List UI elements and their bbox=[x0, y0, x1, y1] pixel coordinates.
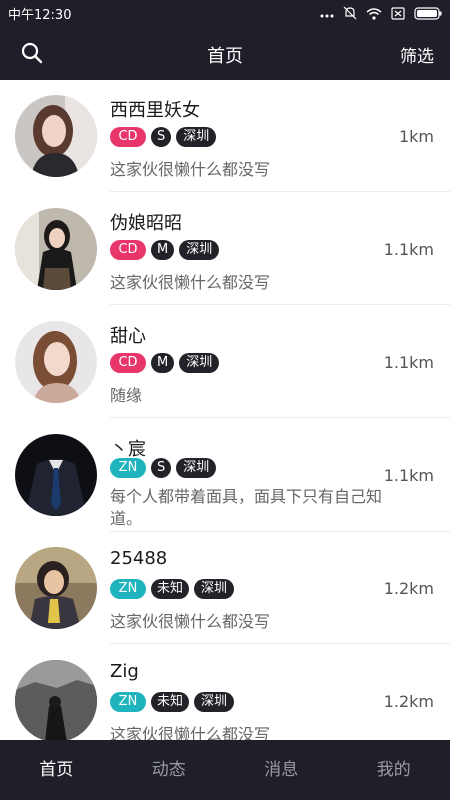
tag-group: ZN 未知 深圳 bbox=[110, 692, 235, 712]
avatar bbox=[15, 321, 97, 403]
size-badge: S bbox=[151, 458, 172, 478]
status-time: 中午12:30 bbox=[8, 7, 72, 23]
divider bbox=[110, 304, 450, 305]
distance-label: 1.2km bbox=[383, 692, 434, 711]
city-badge: 深圳 bbox=[194, 692, 235, 712]
type-badge: CD bbox=[110, 127, 146, 147]
status-icons bbox=[320, 6, 442, 20]
tag-group: ZN 未知 深圳 bbox=[110, 579, 235, 599]
battery-icon bbox=[414, 6, 442, 20]
signature-text: 这家伙很懒什么都没写 bbox=[110, 160, 271, 179]
size-badge: 未知 bbox=[151, 579, 190, 599]
list-item[interactable]: 甜心 CD M 深圳 1.1km 随缘 bbox=[0, 306, 450, 418]
top-nav-bar: 首页 筛选 bbox=[0, 26, 450, 80]
distance-label: 1.1km bbox=[383, 240, 434, 259]
type-badge: CD bbox=[110, 353, 146, 373]
list-item[interactable]: Zig ZN 未知 深圳 1.2km 这家伙很懒什么都没写 bbox=[0, 645, 450, 740]
sim-icon bbox=[391, 6, 405, 20]
user-name: 伪娘昭昭 bbox=[110, 213, 182, 234]
signature-text: 随缘 bbox=[110, 386, 143, 405]
size-badge: M bbox=[151, 240, 175, 260]
signature-text: 这家伙很懒什么都没写 bbox=[110, 273, 271, 292]
user-list[interactable]: 西西里妖女 CD S 深圳 1km 这家伙很懒什么都没写 伪娘昭昭 CD M 深… bbox=[0, 80, 450, 740]
avatar bbox=[15, 434, 97, 516]
avatar bbox=[15, 547, 97, 629]
divider bbox=[110, 643, 450, 644]
list-item[interactable]: 西西里妖女 CD S 深圳 1km 这家伙很懒什么都没写 bbox=[0, 80, 450, 192]
user-name: 25488 bbox=[110, 548, 168, 569]
list-item[interactable]: 伪娘昭昭 CD M 深圳 1.1km 这家伙很懒什么都没写 bbox=[0, 193, 450, 305]
page-title: 首页 bbox=[207, 46, 243, 67]
type-badge: ZN bbox=[110, 692, 146, 712]
size-badge: S bbox=[151, 127, 172, 147]
size-badge: M bbox=[151, 353, 175, 373]
type-badge: ZN bbox=[110, 458, 146, 478]
avatar bbox=[15, 660, 97, 740]
avatar bbox=[15, 208, 97, 290]
divider bbox=[110, 417, 450, 418]
tag-group: CD M 深圳 bbox=[110, 240, 220, 260]
size-badge: 未知 bbox=[151, 692, 190, 712]
search-icon[interactable] bbox=[20, 41, 44, 65]
distance-label: 1.1km bbox=[383, 466, 434, 485]
distance-label: 1.1km bbox=[383, 353, 434, 372]
signature-text: 这家伙很懒什么都没写 bbox=[110, 725, 271, 740]
status-bar: 中午12:30 bbox=[0, 0, 450, 26]
user-name: 甜心 bbox=[110, 326, 146, 347]
wifi-icon bbox=[366, 7, 382, 20]
city-badge: 深圳 bbox=[176, 458, 217, 478]
mute-bell-icon bbox=[343, 6, 357, 20]
signature-text: 每个人都带着面具，面具下只有自己知道。 bbox=[110, 487, 383, 528]
tab-feed[interactable]: 动态 bbox=[113, 740, 226, 800]
city-badge: 深圳 bbox=[194, 579, 235, 599]
type-badge: CD bbox=[110, 240, 146, 260]
city-badge: 深圳 bbox=[179, 240, 220, 260]
divider bbox=[110, 191, 450, 192]
tab-messages[interactable]: 消息 bbox=[225, 740, 338, 800]
tab-home[interactable]: 首页 bbox=[0, 740, 113, 800]
avatar bbox=[15, 95, 97, 177]
distance-label: 1.2km bbox=[383, 579, 434, 598]
user-name: Zig bbox=[110, 661, 139, 682]
tag-group: CD M 深圳 bbox=[110, 353, 220, 373]
tag-group: CD S 深圳 bbox=[110, 127, 217, 147]
type-badge: ZN bbox=[110, 579, 146, 599]
tag-group: ZN S 深圳 bbox=[110, 458, 217, 478]
distance-label: 1km bbox=[398, 127, 434, 146]
filter-button[interactable]: 筛选 bbox=[400, 42, 434, 67]
city-badge: 深圳 bbox=[176, 127, 217, 147]
tab-profile[interactable]: 我的 bbox=[338, 740, 450, 800]
more-dots-icon bbox=[320, 6, 334, 20]
signature-text: 这家伙很懒什么都没写 bbox=[110, 612, 271, 631]
bottom-tab-bar: 首页 动态 消息 我的 bbox=[0, 740, 450, 800]
list-item[interactable]: 丶宸 ZN S 深圳 1.1km 每个人都带着面具，面具下只有自己知道。 bbox=[0, 419, 450, 532]
user-name: 西西里妖女 bbox=[110, 100, 200, 121]
city-badge: 深圳 bbox=[179, 353, 220, 373]
list-item[interactable]: 25488 ZN 未知 深圳 1.2km 这家伙很懒什么都没写 bbox=[0, 532, 450, 644]
